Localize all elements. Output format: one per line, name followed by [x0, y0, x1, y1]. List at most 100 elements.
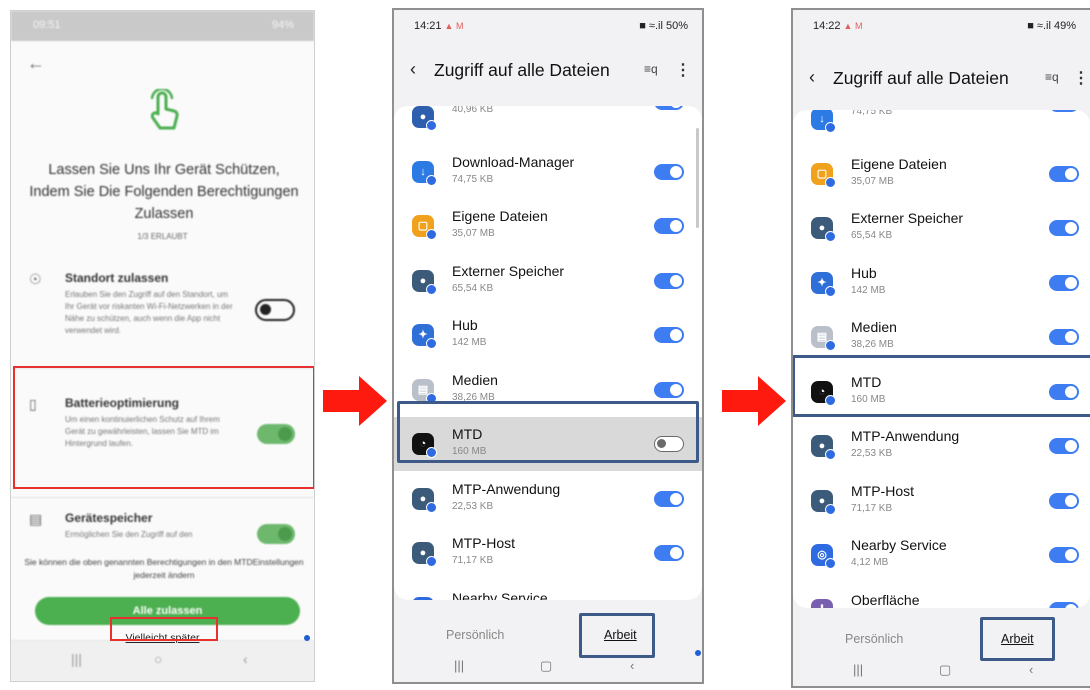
app-size: 71,17 KB [851, 502, 893, 514]
indicator-dot [304, 635, 310, 641]
back-icon[interactable]: ‹ [243, 651, 248, 667]
app-name: Externer Speicher [851, 210, 964, 226]
app-size: 142 MB [851, 284, 886, 296]
app-name: Eigene Dateien [851, 155, 947, 172]
android-icon: ● [412, 269, 437, 295]
back-chevron-icon[interactable]: ‹ [410, 59, 416, 80]
access-toggle[interactable] [1049, 329, 1079, 345]
app-name: Hub [851, 264, 877, 281]
search-filter-icon[interactable]: ≡q [644, 62, 658, 76]
permission-count: 1/3 ERLAUBT [137, 232, 188, 241]
header: ‹ Zugriff auf alle Dateien ≡q ⋮ [793, 58, 1090, 98]
app-size: 22,53 KB [452, 500, 494, 512]
list-item[interactable]: ❙Oberfläche8,66 MB [793, 583, 1090, 608]
list-item[interactable]: ▢ Eigene Dateien 35,07 MB [394, 199, 702, 253]
search-filter-icon[interactable]: ≡q [1045, 70, 1059, 84]
location-toggle[interactable] [255, 299, 295, 321]
access-toggle[interactable] [1049, 165, 1079, 182]
hub-icon: ✦ [811, 271, 836, 297]
access-toggle[interactable] [1049, 492, 1079, 509]
access-toggle[interactable] [654, 599, 684, 600]
highlight-work-tab [579, 613, 655, 658]
notification-icons: ▲ M [444, 21, 464, 31]
app-name: MTP-Anwendung [851, 428, 960, 444]
access-toggle[interactable] [654, 545, 684, 561]
status-right: ■ ≈.il 50% [639, 20, 688, 32]
list-item[interactable]: ◎Nearby Service4,12 MB [793, 528, 1090, 582]
access-toggle[interactable] [1049, 220, 1079, 236]
status-bar: 09:51 94% [11, 11, 314, 41]
android-icon: ● [412, 542, 437, 567]
blurred-content: 09:51 94% ← Lassen Sie Uns Ihr Gerät Sch… [11, 11, 314, 681]
status-time: 14:22 [813, 20, 841, 32]
app-size: 65,54 KB [452, 282, 494, 294]
list-item[interactable]: ✦ Hub 142 MB [793, 256, 1090, 310]
app-size: 71,17 KB [452, 555, 494, 566]
highlight-mtd-row [793, 355, 1090, 417]
access-toggle[interactable] [1049, 547, 1079, 563]
status-time: 14:21 [414, 20, 442, 32]
highlight-battery-optimization [13, 366, 314, 489]
divider [11, 497, 314, 498]
more-options-icon[interactable]: ⋮ [1073, 68, 1089, 88]
storage-toggle[interactable] [257, 524, 295, 544]
app-name: Download-Manager [452, 153, 575, 170]
list-item[interactable]: ● Externer Speicher 65,54 KB [394, 254, 702, 308]
app-size: 74,75 KB [452, 173, 494, 185]
tab-personal[interactable]: Persönlich [446, 628, 504, 642]
recents-icon[interactable]: ||| [853, 662, 863, 677]
home-icon[interactable]: ▢ [540, 658, 552, 674]
folder-icon: ▢ [811, 162, 836, 188]
back-icon[interactable]: ‹ [1029, 662, 1033, 677]
recents-icon[interactable]: ||| [71, 651, 82, 667]
status-time: 09:51 [33, 19, 61, 31]
storage-icon: ▤ [29, 511, 43, 527]
nearby-icon: ◎ [811, 544, 836, 569]
recents-icon[interactable]: ||| [454, 658, 464, 673]
access-toggle[interactable] [654, 381, 684, 398]
app-name: Externer Speicher [452, 262, 565, 279]
list-item[interactable]: ● MTP-Host 71,17 KB [394, 526, 702, 580]
list-item[interactable]: ● 40,96 KB [394, 106, 702, 144]
app-name: MTP-Host [452, 535, 515, 551]
scrollbar[interactable] [696, 128, 699, 228]
access-toggle[interactable] [1049, 110, 1079, 112]
list-item[interactable]: ↓ Download-Manager 74,75 KB [394, 145, 702, 199]
list-item[interactable]: ● MTP-Anwendung 22,53 KB [793, 419, 1090, 473]
home-icon[interactable]: ▢ [939, 662, 951, 678]
list-item[interactable]: ● MTP-Host 71,17 KB [793, 474, 1090, 528]
app-size: 65,54 KB [851, 230, 893, 241]
list-item[interactable]: ● MTP-Anwendung 22,53 KB [394, 472, 702, 526]
access-toggle[interactable] [654, 272, 684, 289]
access-toggle[interactable] [654, 218, 684, 234]
app-size: 35,07 MB [851, 175, 894, 187]
access-toggle[interactable] [654, 163, 684, 180]
app-name: Hub [452, 317, 478, 333]
back-icon[interactable]: ‹ [630, 658, 634, 673]
download-icon: ↓ [811, 110, 836, 133]
back-arrow-icon[interactable]: ← [27, 53, 45, 74]
media-icon: ▤ [412, 378, 437, 404]
list-item[interactable]: ● Externer Speicher 65,54 KB [793, 201, 1090, 255]
back-chevron-icon[interactable]: ‹ [809, 67, 815, 88]
access-toggle[interactable] [1049, 274, 1079, 291]
status-right: ■ ≈.il 49% [1027, 20, 1076, 32]
list-item[interactable]: ✦ Hub 142 MB [394, 308, 702, 362]
list-item[interactable]: ◎Nearby Service4,12 MB [394, 581, 702, 601]
generic-app-icon: ● [412, 106, 437, 131]
access-toggle[interactable] [1049, 601, 1079, 608]
app-name: Nearby Service [452, 589, 548, 601]
tab-personal[interactable]: Persönlich [845, 632, 903, 646]
app-name: Eigene Dateien [452, 208, 548, 224]
red-arrow-icon [722, 376, 786, 426]
access-toggle[interactable] [654, 327, 684, 343]
settings-note: Sie können die oben genannten Berechtigu… [24, 557, 304, 580]
access-toggle[interactable] [1049, 438, 1079, 454]
home-icon[interactable]: ○ [154, 651, 162, 667]
list-item[interactable]: ↓ 74,75 KB [793, 110, 1090, 146]
access-toggle[interactable] [654, 106, 684, 110]
app-size: 38,26 MB [851, 339, 894, 350]
access-toggle[interactable] [654, 490, 684, 507]
more-options-icon[interactable]: ⋮ [675, 60, 691, 80]
list-item[interactable]: ▢ Eigene Dateien 35,07 MB [793, 147, 1090, 201]
